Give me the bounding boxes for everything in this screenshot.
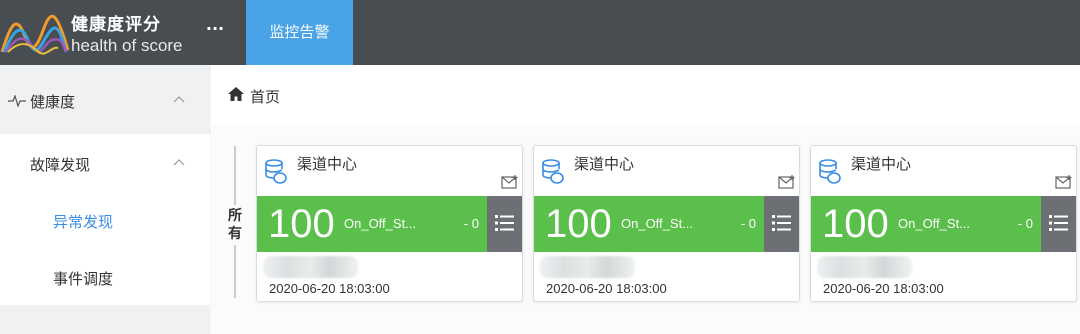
sidebar: 健康度 故障发现 异常发现 事件调度 xyxy=(0,65,210,334)
metric-name: On_Off_St... xyxy=(344,216,417,231)
card-title: 渠道中心 xyxy=(297,155,358,173)
tab-monitor-alert[interactable]: 监控告警 xyxy=(246,0,353,65)
breadcrumb-home[interactable]: 首页 xyxy=(250,86,280,107)
sidebar-item-fault-discovery[interactable]: 故障发现 xyxy=(0,134,210,191)
list-icon xyxy=(772,215,791,231)
logo-icon xyxy=(0,14,70,55)
sidebar-item-label: 异常发现 xyxy=(53,213,114,231)
sidebar-item-anomaly-discovery[interactable]: 异常发现 xyxy=(0,191,210,248)
redacted-area xyxy=(263,256,358,278)
list-button[interactable] xyxy=(764,196,799,252)
main-content: 所有 渠道中心 100 On_Off_St... - 0 2020-06-20 … xyxy=(211,124,1080,334)
service-card[interactable]: 渠道中心 100 On_Off_St... - 0 2020-06-20 18:… xyxy=(810,145,1077,302)
metric-count: - 0 xyxy=(740,216,756,231)
mail-icon[interactable] xyxy=(1055,174,1073,190)
card-title: 渠道中心 xyxy=(574,155,635,173)
metric-count: - 0 xyxy=(1017,216,1033,231)
chevron-up-icon xyxy=(173,96,185,103)
list-button[interactable] xyxy=(487,196,522,252)
top-bar: 健康度评分 health of score ··· 监控告警 xyxy=(0,0,1080,65)
card-timestamp: 2020-06-20 18:03:00 xyxy=(269,281,390,296)
breadcrumb: 首页 xyxy=(211,65,1080,124)
app-subtitle: health of score xyxy=(71,36,183,55)
redacted-area xyxy=(540,256,635,278)
service-card[interactable]: 渠道中心 100 On_Off_St... - 0 2020-06-20 18:… xyxy=(256,145,523,302)
pulse-icon xyxy=(8,95,26,107)
score-value: 100 xyxy=(545,202,612,246)
status-bar: 100 On_Off_St... - 0 xyxy=(534,196,764,252)
service-card[interactable]: 渠道中心 100 On_Off_St... - 0 2020-06-20 18:… xyxy=(533,145,800,302)
sidebar-item-label: 事件调度 xyxy=(53,270,114,288)
sidebar-item-event-dispatch[interactable]: 事件调度 xyxy=(0,248,210,305)
redacted-area xyxy=(817,256,912,278)
score-value: 100 xyxy=(822,202,889,246)
sidebar-footer xyxy=(0,305,210,334)
metric-name: On_Off_St... xyxy=(621,216,694,231)
list-button[interactable] xyxy=(1041,196,1076,252)
group-label: 所有 xyxy=(228,205,242,245)
card-title: 渠道中心 xyxy=(851,155,912,173)
card-timestamp: 2020-06-20 18:03:00 xyxy=(546,281,667,296)
list-icon xyxy=(1049,215,1068,231)
sidebar-item-label: 故障发现 xyxy=(30,156,91,174)
mail-icon[interactable] xyxy=(501,174,519,190)
status-bar: 100 On_Off_St... - 0 xyxy=(811,196,1041,252)
database-icon xyxy=(542,159,564,184)
database-icon xyxy=(265,159,287,184)
chevron-up-icon xyxy=(173,159,185,166)
mail-icon[interactable] xyxy=(778,174,796,190)
more-menu-button[interactable]: ··· xyxy=(203,21,227,42)
card-timestamp: 2020-06-20 18:03:00 xyxy=(823,281,944,296)
metric-name: On_Off_St... xyxy=(898,216,971,231)
list-icon xyxy=(495,215,514,231)
home-icon[interactable] xyxy=(228,87,244,101)
sidebar-item-label: 健康度 xyxy=(30,93,76,111)
score-value: 100 xyxy=(268,202,335,246)
status-bar: 100 On_Off_St... - 0 xyxy=(257,196,487,252)
sidebar-item-health[interactable]: 健康度 xyxy=(0,71,210,128)
database-icon xyxy=(819,159,841,184)
app-title: 健康度评分 xyxy=(71,15,161,35)
metric-count: - 0 xyxy=(463,216,479,231)
